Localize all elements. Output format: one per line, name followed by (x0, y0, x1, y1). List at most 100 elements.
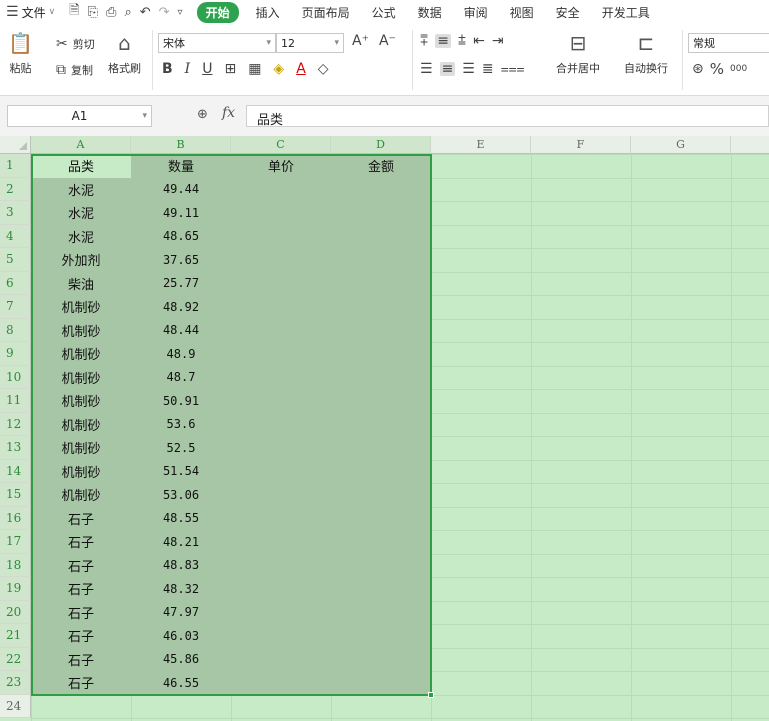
table-cell[interactable]: 48.44 (131, 318, 232, 343)
table-cell[interactable]: 46.03 (131, 624, 232, 649)
decrease-font-icon[interactable]: A⁻ (379, 34, 396, 48)
table-cell[interactable] (331, 459, 432, 484)
header-cell[interactable]: 数量 (131, 154, 232, 179)
copy-button[interactable]: ⧉ 复制 (56, 62, 93, 78)
table-cell[interactable]: 48.7 (131, 365, 232, 390)
file-menu[interactable]: ☰ 文件 ∨ (0, 4, 61, 21)
row-header-11[interactable]: 11 (0, 389, 31, 413)
redo-icon[interactable]: ↷ (159, 5, 170, 20)
row-header-7[interactable]: 7 (0, 295, 31, 319)
table-cell[interactable] (231, 389, 332, 414)
header-cell[interactable]: 品类 (31, 154, 132, 179)
tab-data[interactable]: 数据 (407, 2, 453, 23)
align-left-icon[interactable]: ☰ (420, 62, 433, 76)
table-cell[interactable]: 46.55 (131, 671, 232, 696)
row-header-22[interactable]: 22 (0, 647, 31, 671)
row-header-21[interactable]: 21 (0, 624, 31, 648)
table-cell[interactable] (231, 436, 332, 461)
table-cell[interactable]: 水泥 (31, 177, 132, 202)
table-cell[interactable]: 52.5 (131, 436, 232, 461)
table-cell[interactable]: 石子 (31, 530, 132, 555)
table-cell[interactable]: 水泥 (31, 201, 132, 226)
customize-icon[interactable]: ▿ (178, 7, 183, 18)
table-cell[interactable]: 53.06 (131, 483, 232, 508)
table-cell[interactable]: 48.55 (131, 506, 232, 531)
bold-icon[interactable]: B (162, 62, 173, 76)
table-cell[interactable]: 石子 (31, 600, 132, 625)
table-cell[interactable] (331, 530, 432, 555)
print-icon[interactable]: ⎙ (106, 5, 116, 20)
merge-center-button[interactable]: ⊟ 合并居中 (556, 32, 600, 76)
table-cell[interactable]: 机制砂 (31, 389, 132, 414)
paste-button[interactable]: 📋 粘贴 (8, 32, 33, 76)
border-icon[interactable]: ⊞ (224, 62, 236, 76)
table-cell[interactable] (231, 365, 332, 390)
table-cell[interactable]: 48.83 (131, 553, 232, 578)
row-header-24[interactable]: 24 (0, 694, 31, 718)
header-cell[interactable]: 单价 (231, 154, 332, 179)
table-cell[interactable]: 石子 (31, 553, 132, 578)
column-header-c[interactable]: C (231, 136, 331, 154)
row-header-18[interactable]: 18 (0, 553, 31, 577)
fill-handle[interactable] (428, 691, 434, 698)
tab-home[interactable]: 开始 (196, 1, 239, 23)
justify-icon[interactable]: ≣ (482, 62, 494, 76)
table-cell[interactable]: 48.92 (131, 295, 232, 320)
align-middle-icon[interactable]: ≡ (435, 34, 451, 48)
row-header-9[interactable]: 9 (0, 342, 31, 366)
row-header-20[interactable]: 20 (0, 600, 31, 624)
table-cell[interactable]: 49.44 (131, 177, 232, 202)
table-cell[interactable] (331, 389, 432, 414)
currency-icon[interactable]: ⊛ (692, 62, 704, 76)
table-cell[interactable] (331, 342, 432, 367)
table-cell[interactable] (331, 224, 432, 249)
distribute-icon[interactable]: ⩶ (501, 62, 525, 76)
table-cell[interactable]: 机制砂 (31, 436, 132, 461)
italic-icon[interactable]: I (185, 62, 191, 76)
tab-page-layout[interactable]: 页面布局 (291, 2, 361, 23)
table-cell[interactable]: 石子 (31, 577, 132, 602)
table-cell[interactable] (331, 201, 432, 226)
table-cell[interactable] (231, 506, 332, 531)
fill-color-icon[interactable]: ▦ (248, 62, 261, 76)
table-cell[interactable] (231, 295, 332, 320)
table-cell[interactable] (231, 600, 332, 625)
row-header-6[interactable]: 6 (0, 271, 31, 295)
table-cell[interactable] (231, 624, 332, 649)
row-header-15[interactable]: 15 (0, 483, 31, 507)
wrap-text-button[interactable]: ⊏ 自动换行 (624, 32, 668, 76)
font-color-icon[interactable]: A (296, 62, 306, 76)
column-header-a[interactable]: A (31, 136, 131, 154)
align-center-icon[interactable]: ≡ (439, 62, 456, 76)
table-cell[interactable] (231, 342, 332, 367)
table-cell[interactable]: 石子 (31, 647, 132, 672)
search-icon[interactable]: ⊕ (197, 107, 208, 122)
row-header-23[interactable]: 23 (0, 671, 31, 695)
thousands-button[interactable]: 000 (730, 62, 747, 76)
spreadsheet-grid[interactable]: A B C D E F G 1 2 3 4 5 6 7 8 9 10 11 12 13 14 15 16 17 18 19 20 21… (0, 136, 769, 721)
highlight-icon[interactable]: ◈ (273, 62, 284, 76)
print-preview-icon[interactable]: ⌕ (124, 5, 131, 20)
table-cell[interactable]: 47.97 (131, 600, 232, 625)
column-header-f[interactable]: F (531, 136, 631, 154)
table-cell[interactable] (331, 506, 432, 531)
underline-icon[interactable]: U (202, 62, 212, 76)
cut-button[interactable]: ✂ 剪切 (56, 36, 95, 52)
row-header-14[interactable]: 14 (0, 459, 31, 483)
table-cell[interactable]: 机制砂 (31, 412, 132, 437)
tab-review[interactable]: 审阅 (453, 2, 499, 23)
table-cell[interactable]: 机制砂 (31, 365, 132, 390)
tab-formulas[interactable]: 公式 (361, 2, 407, 23)
table-cell[interactable]: 外加剂 (31, 248, 132, 273)
undo-icon[interactable]: ↶ (140, 5, 151, 20)
table-cell[interactable] (331, 412, 432, 437)
table-cell[interactable]: 石子 (31, 624, 132, 649)
table-cell[interactable]: 48.65 (131, 224, 232, 249)
table-cell[interactable] (331, 295, 432, 320)
font-size-select[interactable]: 12 ▾ (276, 33, 344, 53)
table-cell[interactable] (331, 577, 432, 602)
tab-developer[interactable]: 开发工具 (591, 2, 661, 23)
row-header-19[interactable]: 19 (0, 577, 31, 601)
table-cell[interactable] (331, 553, 432, 578)
font-name-select[interactable]: 宋体 ▾ (158, 33, 276, 53)
